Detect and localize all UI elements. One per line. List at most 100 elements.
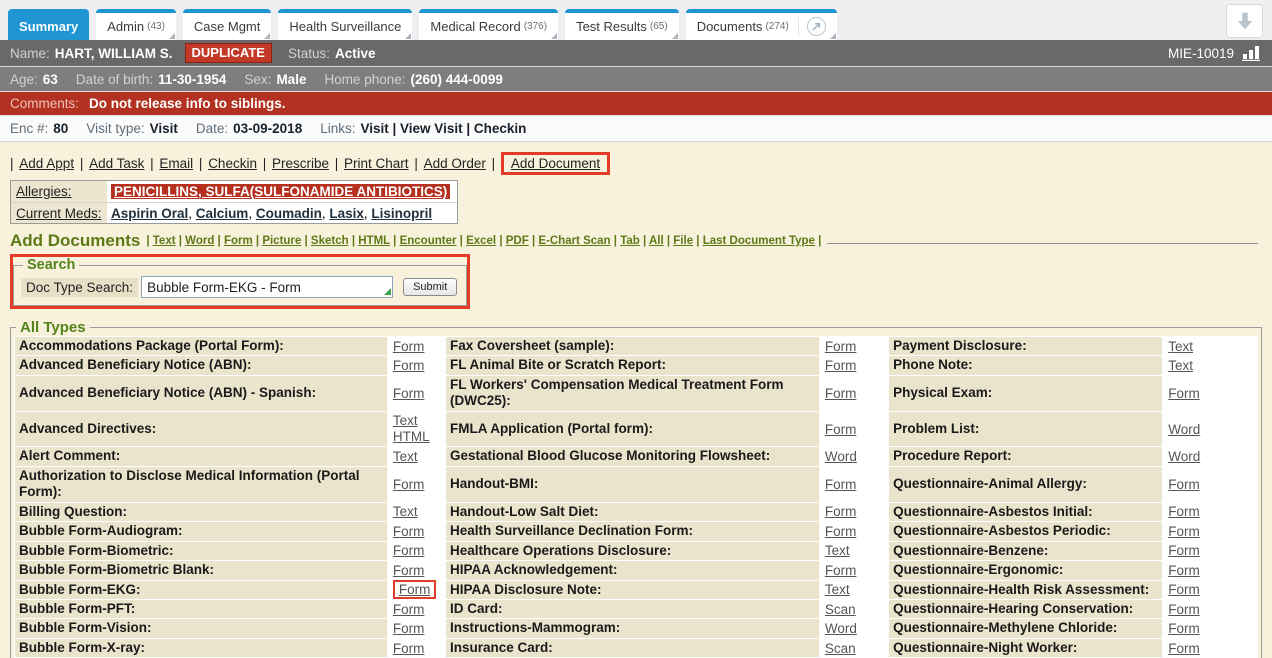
tab-health-surveillance[interactable]: Health Surveillance bbox=[278, 9, 412, 40]
doc-type-name: Questionnaire-Ergonomic: bbox=[889, 561, 1162, 579]
action-link-prescribe[interactable]: Prescribe bbox=[272, 156, 329, 171]
doc-open-link-form[interactable]: Form bbox=[825, 477, 857, 492]
doc-open-link-form[interactable]: Form bbox=[1168, 477, 1200, 492]
tab-summary[interactable]: Summary bbox=[8, 9, 89, 40]
doc-open-link-form[interactable]: Form bbox=[393, 386, 425, 401]
doc-open-link-form[interactable]: Form bbox=[1168, 602, 1200, 617]
med-link-calcium[interactable]: Calcium bbox=[196, 206, 249, 221]
doc-open-link-text[interactable]: Text bbox=[393, 449, 418, 464]
doc-open-link-form[interactable]: Form bbox=[393, 563, 425, 578]
encounter-link-visit[interactable]: Visit bbox=[360, 121, 388, 136]
type-link-sketch[interactable]: Sketch bbox=[311, 235, 349, 247]
doc-open-link-form[interactable]: Form bbox=[393, 477, 425, 492]
circle-arrow-up-right-icon[interactable] bbox=[807, 17, 826, 36]
type-link-form[interactable]: Form bbox=[224, 235, 253, 247]
current-meds-link[interactable]: Current Meds: bbox=[16, 206, 102, 221]
tab-test-results[interactable]: Test Results(65) bbox=[565, 9, 679, 40]
duplicate-badge[interactable]: DUPLICATE bbox=[185, 43, 272, 63]
doc-type-name: Problem List: bbox=[889, 412, 1162, 446]
allergies-link[interactable]: Allergies: bbox=[16, 184, 72, 199]
type-link-word[interactable]: Word bbox=[185, 235, 214, 247]
doc-open-link-word[interactable]: Word bbox=[1168, 449, 1200, 464]
doc-open-link-scan[interactable]: Scan bbox=[825, 641, 856, 656]
med-link-lasix[interactable]: Lasix bbox=[329, 206, 364, 221]
doc-type-name: Advanced Beneficiary Notice (ABN) - Span… bbox=[15, 376, 387, 411]
doc-open-link-text[interactable]: Text bbox=[825, 582, 850, 597]
doc-open-link-form[interactable]: Form bbox=[825, 386, 857, 401]
doc-open-link-form[interactable]: Form bbox=[1168, 524, 1200, 539]
doc-open-link-form[interactable]: Form bbox=[1168, 504, 1200, 519]
med-link-lisinopril[interactable]: Lisinopril bbox=[371, 206, 432, 221]
doc-open-link-text[interactable]: Text bbox=[393, 504, 418, 519]
doc-type-link-cell: Scan bbox=[820, 600, 888, 618]
doc-open-link-scan[interactable]: Scan bbox=[825, 602, 856, 617]
doc-open-link-form[interactable]: Form bbox=[1168, 563, 1200, 578]
doc-open-link-form[interactable]: Form bbox=[825, 504, 857, 519]
action-link-add-order[interactable]: Add Order bbox=[424, 156, 486, 171]
type-link-text[interactable]: Text bbox=[153, 235, 176, 247]
doc-open-link-form[interactable]: Form bbox=[393, 339, 425, 354]
type-link-picture[interactable]: Picture bbox=[262, 235, 301, 247]
doc-type-link-cell: Form bbox=[1163, 619, 1257, 637]
type-link-html[interactable]: HTML bbox=[358, 235, 390, 247]
doc-open-link-form[interactable]: Form bbox=[825, 524, 857, 539]
action-link-add-document[interactable]: Add Document bbox=[511, 156, 600, 171]
doc-open-link-form[interactable]: Form bbox=[393, 641, 425, 656]
doc-open-link-text[interactable]: Text bbox=[393, 413, 440, 429]
doc-open-link-word[interactable]: Word bbox=[825, 449, 857, 464]
doc-type-link-cell: Form bbox=[388, 356, 445, 374]
type-link-encounter[interactable]: Encounter bbox=[400, 235, 457, 247]
bar-chart-icon[interactable] bbox=[1242, 45, 1262, 61]
encounter-link-view-visit[interactable]: View Visit bbox=[400, 121, 463, 136]
type-link-file[interactable]: File bbox=[673, 235, 693, 247]
doc-open-link-form[interactable]: Form bbox=[1168, 386, 1200, 401]
doc-open-link-form[interactable]: Form bbox=[825, 358, 857, 373]
doc-open-link-form[interactable]: Form bbox=[393, 543, 425, 558]
allergies-value[interactable]: PENICILLINS, SULFA(SULFONAMIDE ANTIBIOTI… bbox=[111, 184, 450, 199]
tab-case-mgmt[interactable]: Case Mgmt bbox=[183, 9, 271, 40]
type-link-e-chart-scan[interactable]: E-Chart Scan bbox=[538, 235, 610, 247]
doc-open-link-form[interactable]: Form bbox=[1168, 543, 1200, 558]
doc-open-link-text[interactable]: Text bbox=[1168, 358, 1193, 373]
doc-open-link-word[interactable]: Word bbox=[825, 621, 857, 636]
doc-open-link-form[interactable]: Form bbox=[393, 358, 425, 373]
tab-medical-record[interactable]: Medical Record(376) bbox=[419, 9, 558, 40]
ehr-page: SummaryAdmin(43)Case MgmtHealth Surveill… bbox=[0, 0, 1272, 658]
type-link-last-document-type[interactable]: Last Document Type bbox=[703, 235, 815, 247]
action-link-checkin[interactable]: Checkin bbox=[208, 156, 257, 171]
doc-type-link-cell: Scan bbox=[820, 639, 888, 657]
doc-open-link-form[interactable]: Form bbox=[825, 339, 857, 354]
type-link-pdf[interactable]: PDF bbox=[506, 235, 529, 247]
type-link-tab[interactable]: Tab bbox=[620, 235, 640, 247]
med-link-aspirin-oral[interactable]: Aspirin Oral bbox=[111, 206, 188, 221]
doc-open-link-form[interactable]: Form bbox=[393, 602, 425, 617]
action-link-add-task[interactable]: Add Task bbox=[89, 156, 144, 171]
doc-open-link-form[interactable]: Form bbox=[399, 582, 431, 597]
type-link-excel[interactable]: Excel bbox=[466, 235, 496, 247]
doc-type-name: Advanced Beneficiary Notice (ABN): bbox=[15, 356, 387, 374]
doc-open-link-form[interactable]: Form bbox=[825, 422, 857, 437]
doc-open-link-form[interactable]: Form bbox=[1168, 582, 1200, 597]
action-link-email[interactable]: Email bbox=[159, 156, 193, 171]
doc-open-link-form[interactable]: Form bbox=[1168, 621, 1200, 636]
type-link-all[interactable]: All bbox=[649, 235, 664, 247]
tab-admin[interactable]: Admin(43) bbox=[96, 9, 176, 40]
encounter-link-checkin[interactable]: Checkin bbox=[474, 121, 527, 136]
download-button[interactable] bbox=[1226, 4, 1263, 38]
search-fieldset: Search Doc Type Search: Submit bbox=[13, 257, 467, 306]
doc-open-link-form[interactable]: Form bbox=[393, 524, 425, 539]
doc-type-name: FL Animal Bite or Scratch Report: bbox=[446, 356, 819, 374]
action-link-add-appt[interactable]: Add Appt bbox=[19, 156, 74, 171]
doc-open-link-text[interactable]: Text bbox=[825, 543, 850, 558]
action-link-print-chart[interactable]: Print Chart bbox=[344, 156, 409, 171]
tab-documents[interactable]: Documents(274) bbox=[686, 9, 837, 40]
doc-open-link-form[interactable]: Form bbox=[1168, 641, 1200, 656]
doc-open-link-word[interactable]: Word bbox=[1168, 422, 1200, 437]
doc-open-link-form[interactable]: Form bbox=[393, 621, 425, 636]
doc-open-link-text[interactable]: Text bbox=[1168, 339, 1193, 354]
doc-type-search-input[interactable] bbox=[141, 276, 393, 298]
submit-button[interactable]: Submit bbox=[403, 278, 457, 296]
doc-open-link-form[interactable]: Form bbox=[825, 563, 857, 578]
med-link-coumadin[interactable]: Coumadin bbox=[256, 206, 322, 221]
doc-open-link-html[interactable]: HTML bbox=[393, 429, 440, 445]
